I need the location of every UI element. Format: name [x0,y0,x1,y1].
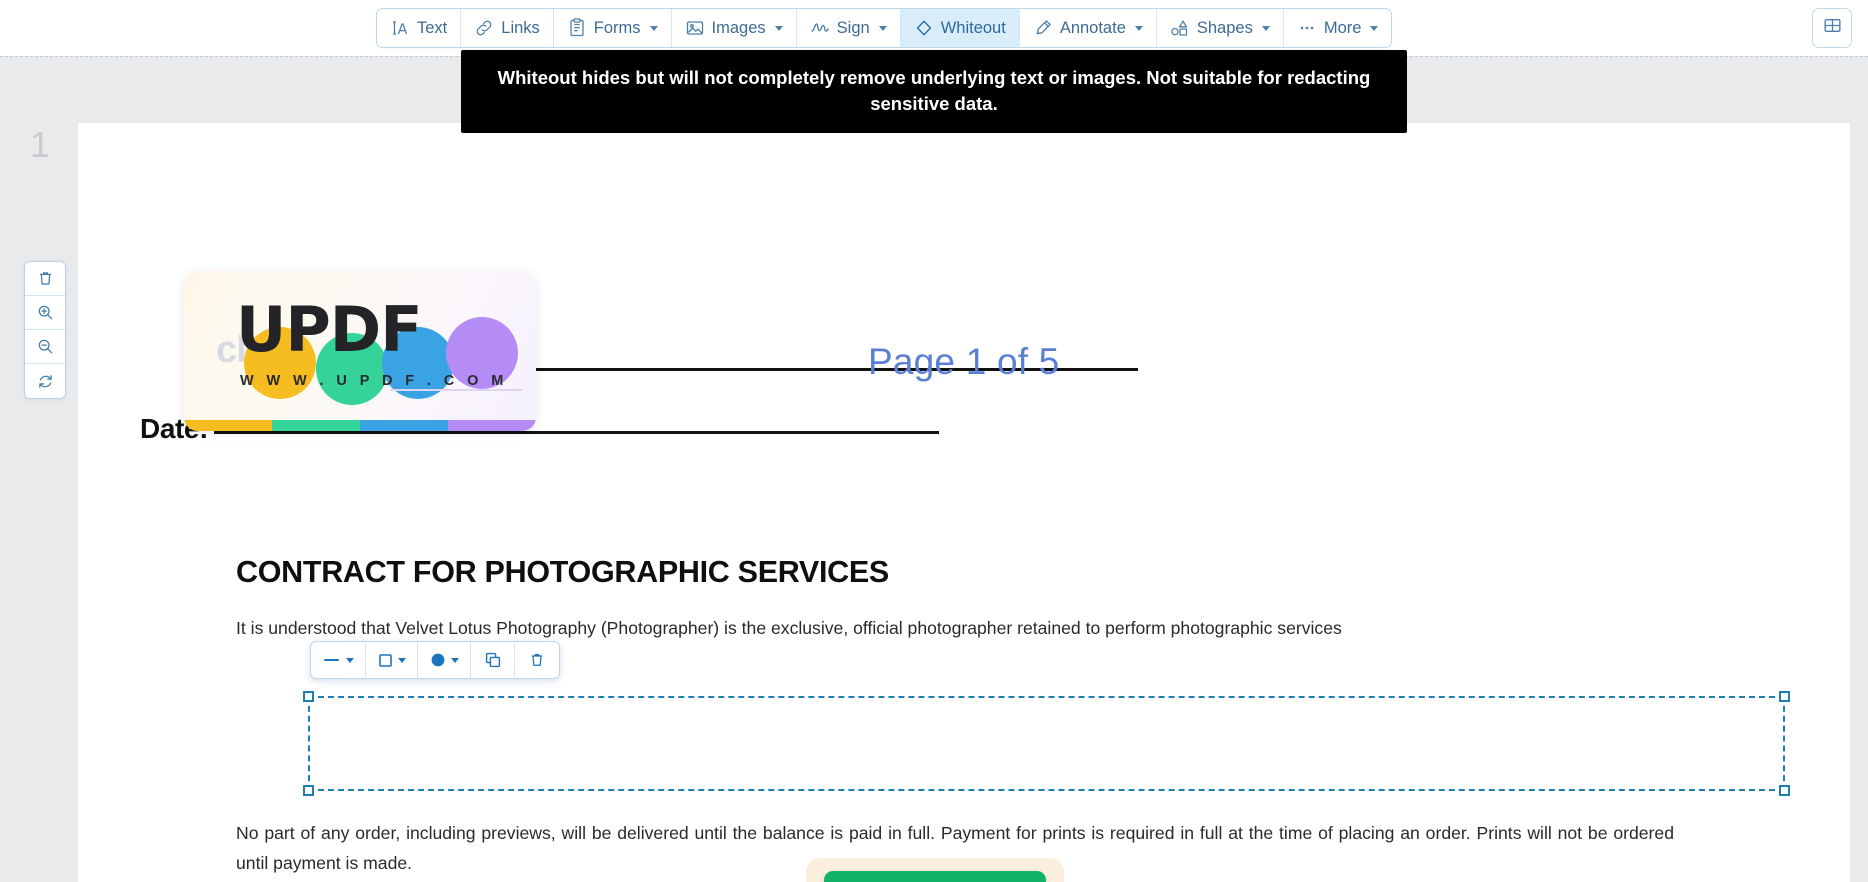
highlighter-icon [1033,18,1053,38]
zoom-out-button[interactable] [25,330,65,364]
updf-watermark: cli UPDF W W W . U P D F . C O M [184,271,536,431]
square-icon [377,652,394,669]
border-style-button[interactable] [366,642,418,678]
pdf-page[interactable]: Page 1 of 5 Date: CONTRACT FOR PHOTOGRAP… [78,123,1850,882]
chevron-down-icon [398,657,406,663]
resize-handle-top-right[interactable] [1779,691,1790,702]
chevron-down-icon [878,25,887,31]
signature-icon [810,18,830,38]
tool-images-label: Images [711,18,766,37]
whiteout-tooltip: Whiteout hides but will not completely r… [461,50,1407,133]
trash-icon [528,651,546,669]
watermark-url: W W W . U P D F . C O M [240,373,508,389]
chevron-down-icon [1370,25,1379,31]
zoom-in-icon [36,303,55,322]
document-workspace: 1 Page 1 of 5 Date: CONTRACT FOR PHOTOGR… [0,56,1868,882]
top-toolbar: Text Links Forms Images Sign Whiteout An… [0,0,1868,56]
edit-tool-group: Text Links Forms Images Sign Whiteout An… [376,8,1393,48]
tool-forms[interactable]: Forms [553,9,672,47]
zoom-in-button[interactable] [25,296,65,330]
rotate-icon [36,372,55,391]
page-tools-panel [24,261,66,399]
tool-more[interactable]: More [1283,9,1392,47]
panel-grid-icon [1822,15,1843,41]
tool-links-label: Links [501,18,540,37]
duplicate-button[interactable] [471,642,515,678]
page-number-label: 1 [30,124,51,165]
tool-text-label: Text [417,18,448,37]
panel-toggle-button[interactable] [1812,8,1852,48]
tool-more-label: More [1323,18,1362,37]
text-cursor-icon [390,18,410,38]
delete-page-button[interactable] [25,262,65,296]
tool-whiteout-label: Whiteout [940,18,1006,37]
watermark-color-bar [184,420,536,431]
copy-icon [484,651,502,669]
resize-handle-top-left[interactable] [303,691,314,702]
chevron-down-icon [1134,25,1143,31]
whiteout-object-toolbar [310,641,560,679]
ellipsis-icon [1297,18,1317,38]
shapes-icon [1170,18,1190,38]
whiteout-selection-box[interactable] [303,691,1790,796]
tool-whiteout[interactable]: Whiteout [900,9,1020,47]
tool-links[interactable]: Links [461,9,554,47]
tool-shapes-label: Shapes [1196,18,1253,37]
line-style-icon [322,653,342,667]
chevron-down-icon [346,657,354,663]
form-icon [567,18,587,38]
chevron-down-icon [1261,25,1270,31]
line-style-button[interactable] [311,642,366,678]
header-page-label: Page 1 of 5 [868,341,1060,382]
fill-color-button[interactable] [418,642,471,678]
tool-annotate[interactable]: Annotate [1019,9,1157,47]
document-content: Page 1 of 5 Date: CONTRACT FOR PHOTOGRAP… [78,123,1850,882]
chevron-down-icon [774,25,783,31]
image-icon [685,18,705,38]
whiteout-icon [914,18,934,38]
tool-annotate-label: Annotate [1059,18,1126,37]
tool-sign-label: Sign [836,18,870,37]
watermark-rule [390,389,522,391]
apply-changes-bar: Apply changes › [806,858,1064,882]
chevron-down-icon [451,657,459,663]
apply-changes-button[interactable]: Apply changes › [823,871,1047,882]
tool-images[interactable]: Images [671,9,797,47]
chevron-down-icon [649,25,658,31]
tool-sign[interactable]: Sign [796,9,901,47]
app-root: Text Links Forms Images Sign Whiteout An… [0,0,1868,882]
rotate-page-button[interactable] [25,364,65,398]
resize-handle-bottom-right[interactable] [1779,785,1790,796]
tool-text[interactable]: Text [377,9,462,47]
delete-object-button[interactable] [515,642,559,678]
resize-handle-bottom-left[interactable] [303,785,314,796]
trash-icon [36,269,55,288]
date-blank-rule [214,431,940,434]
color-circle-icon [429,651,447,669]
link-icon [474,18,494,38]
tool-shapes[interactable]: Shapes [1156,9,1284,47]
watermark-wordmark: UPDF [236,293,423,366]
tool-forms-label: Forms [593,18,641,37]
zoom-out-icon [36,337,55,356]
contract-title: CONTRACT FOR PHOTOGRAPHIC SERVICES [236,555,889,589]
contract-paragraph-1: It is understood that Velvet Lotus Photo… [236,618,1342,638]
